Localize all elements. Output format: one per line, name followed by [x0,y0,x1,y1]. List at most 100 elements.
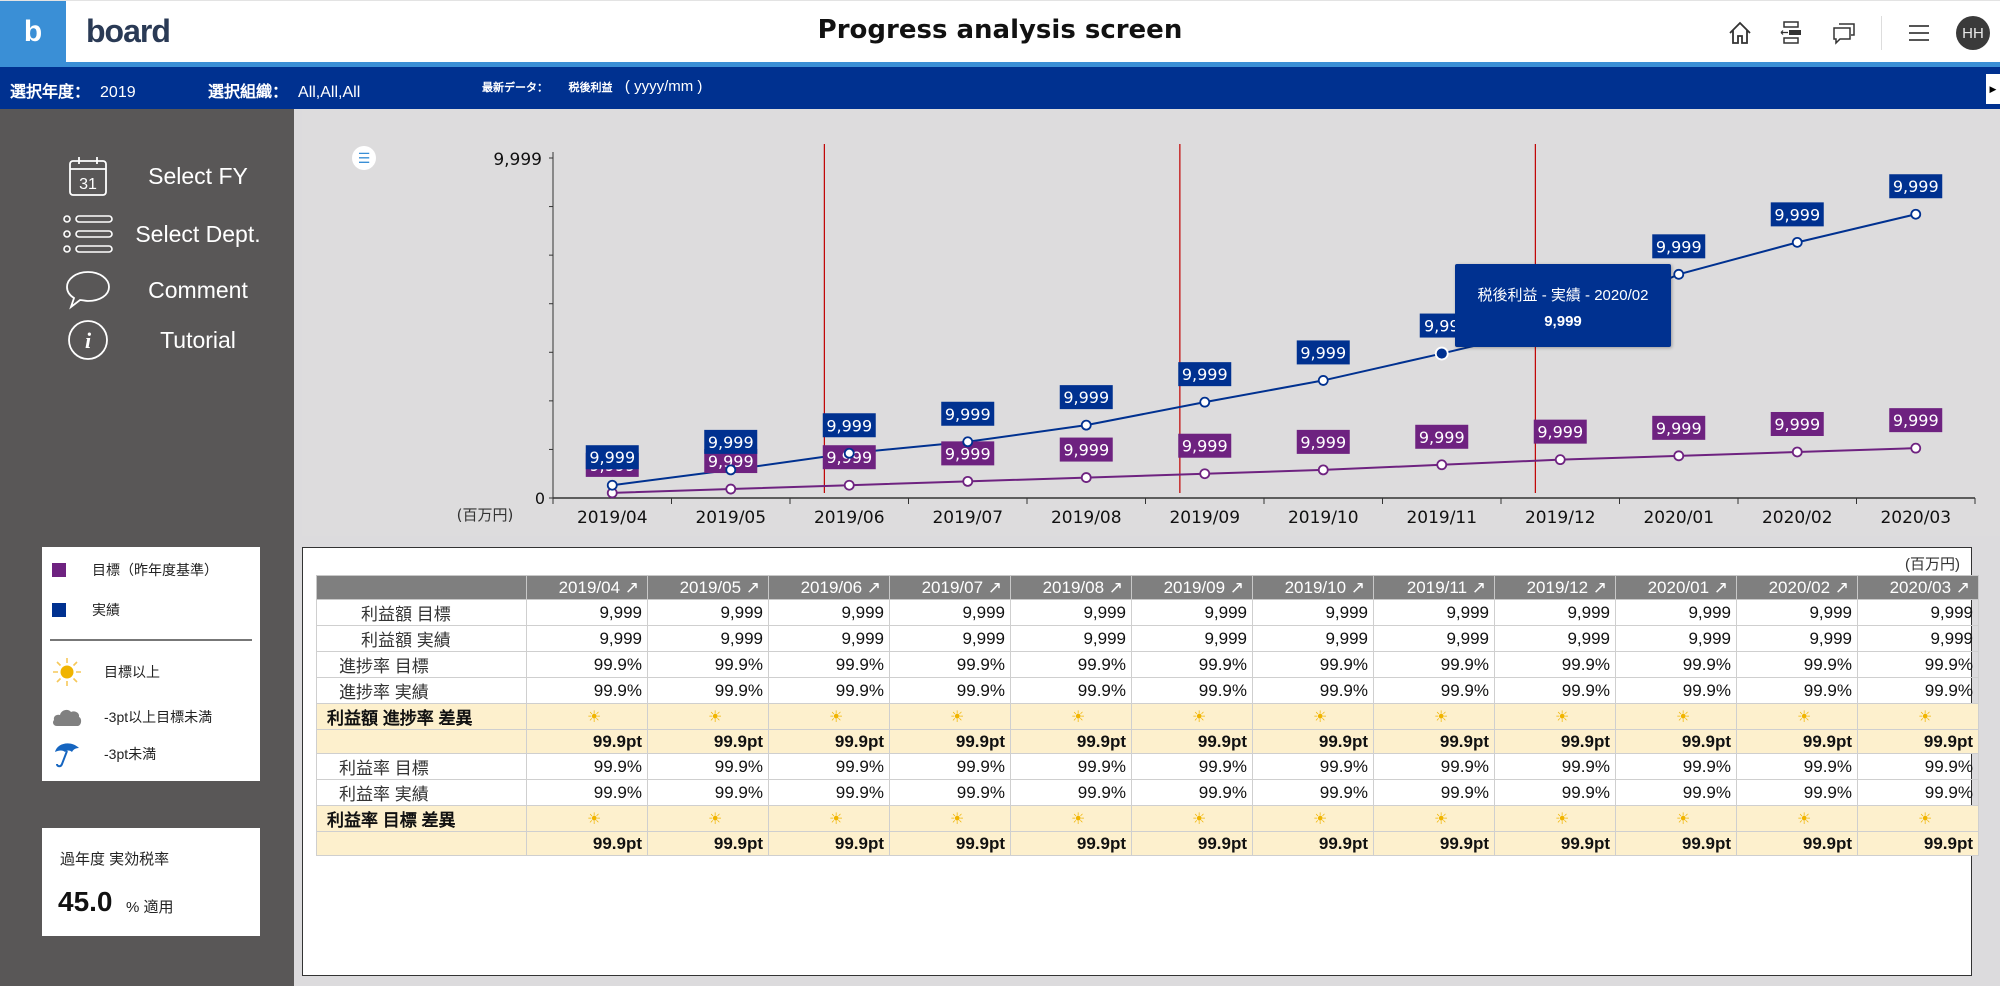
table-cell: 99.9pt [1010,831,1132,856]
status-cell: ☀ [1373,805,1495,832]
table-cell: 99.9pt [1736,831,1858,856]
sun-icon: ☀ [1797,708,1812,726]
data-label: 9,999 [1774,205,1820,224]
table-cell: 99.9% [1857,753,1979,780]
data-point[interactable] [1673,450,1685,462]
x-tick-label: 2020/02 [1762,508,1833,528]
table-cell: 9,999 [768,625,890,652]
table-cell: 99.9% [1494,677,1616,704]
data-label: 9,999 [1774,415,1820,434]
data-point[interactable] [1436,459,1448,471]
data-point[interactable] [843,447,855,459]
table-cell: 99.9% [1494,753,1616,780]
column-header-4[interactable]: 2019/08 ↗ [1010,575,1132,600]
data-label: 9,999 [945,444,991,463]
table-cell: 99.9pt [1615,729,1737,754]
table-cell: 99.9% [1615,651,1737,678]
table-cell: 99.9% [647,677,769,704]
table-row: 利益額 実績 9,999 9,999 9,999 9,999 9,999 9,999 9,99… [316,625,1979,652]
table-header-row: 2019/04 ↗ 2019/05 ↗ 2019/06 ↗ 2019/07 ↗ 2019… [316,575,1979,600]
data-point[interactable] [1910,208,1922,220]
sun-icon: ☀ [1071,708,1086,726]
table-cell: 99.9% [1131,779,1253,806]
data-point[interactable] [1673,268,1685,280]
data-point[interactable] [1910,442,1922,454]
data-point[interactable] [1199,396,1211,408]
data-point[interactable] [843,479,855,491]
table-cell: 99.9% [526,753,648,780]
data-point[interactable] [1317,464,1329,476]
data-point[interactable] [1554,454,1566,466]
x-tick-label: 2019/09 [1169,508,1240,528]
data-label: 9,999 [1300,433,1346,452]
table-cell: 99.9pt [1857,729,1979,754]
x-tick-label: 2019/11 [1406,508,1477,528]
data-point[interactable] [962,436,974,448]
x-axis-ticks: 2019/04 2019/05 2019/06 2019/07 2019/08 2019/… [552,498,1976,528]
table-cell: 99.9% [1494,779,1616,806]
legend-item-actual: 実績 [42,597,260,623]
column-header-5[interactable]: 2019/09 ↗ [1131,575,1253,600]
table-cell: 99.9pt [1857,831,1979,856]
table-cell: 99.9% [1131,651,1253,678]
table-cell: 99.9% [1252,651,1374,678]
data-label: 9,999 [1182,365,1228,384]
legend-label: -3pt以上目標未満 [104,709,213,725]
table-cell: 99.9pt [1131,729,1253,754]
column-header-3[interactable]: 2019/07 ↗ [889,575,1011,600]
status-cell: ☀ [526,703,648,730]
column-header-11[interactable]: 2020/03 ↗ [1857,575,1979,600]
status-cell: ☀ [1252,805,1374,832]
column-header-7[interactable]: 2019/11 ↗ [1373,575,1495,600]
y-axis-ticks [549,157,553,499]
legend-status-below-3pt: -3pt未満 [42,737,260,771]
sun-icon: ☀ [1676,810,1691,828]
table-cell: 99.9pt [1494,831,1616,856]
data-point[interactable] [1080,419,1092,431]
column-header-10[interactable]: 2020/02 ↗ [1736,575,1858,600]
table-cell: 99.9% [1131,753,1253,780]
status-cell: ☀ [768,805,890,832]
data-point[interactable] [1080,472,1092,483]
sun-icon: ☀ [1313,708,1328,726]
table-cell: 9,999 [889,599,1011,626]
column-header-8[interactable]: 2019/12 ↗ [1494,575,1616,600]
progress-line-chart: 9,999 0 (百万円) 2019/04 2019/05 2019/06 2019/… [457,144,1976,528]
tax-rate-label: 過年度 実効税率 [60,851,170,868]
data-point[interactable] [606,479,618,491]
column-header-6[interactable]: 2019/10 ↗ [1252,575,1374,600]
row-header: 利益額 進捗率 差異 [316,703,527,730]
table-cell: 9,999 [1736,625,1858,652]
table-cell: 99.9% [1131,677,1253,704]
data-point[interactable] [1317,375,1329,386]
column-header-0[interactable]: 2019/04 ↗ [526,575,648,600]
data-point[interactable] [962,475,974,487]
column-header-9[interactable]: 2020/01 ↗ [1615,575,1737,600]
data-point[interactable] [1199,468,1211,480]
status-cell: ☀ [1131,703,1253,730]
table-cell: 9,999 [1010,625,1132,652]
data-point[interactable] [725,464,737,476]
table-cell: 99.9pt [647,729,769,754]
table-cell: 9,999 [1857,625,1979,652]
table-cell: 99.9% [1252,677,1374,704]
column-header-1[interactable]: 2019/05 ↗ [647,575,769,600]
column-header-2[interactable]: 2019/06 ↗ [768,575,890,600]
sun-icon: ☀ [708,810,723,828]
data-point[interactable] [1791,236,1803,248]
table-cell: 9,999 [1494,599,1616,626]
table-row: 進捗率 実績 99.9% 99.9% 99.9% 99.9% 99.9% 99.9% 99.9… [316,677,1979,704]
data-point[interactable] [725,483,737,495]
status-cell: ☀ [1736,805,1858,832]
table-cell: 99.9pt [1010,729,1132,754]
legend-label: -3pt未満 [104,746,157,762]
table-row: 進捗率 目標 99.9% 99.9% 99.9% 99.9% 99.9% 99.9% 99.9… [316,651,1979,678]
sun-icon: ☀ [950,708,965,726]
sun-icon: ☀ [1555,810,1570,828]
data-point[interactable] [1434,346,1449,361]
table-cell: 99.9% [526,651,648,678]
chart-options-button[interactable]: ☰ [352,146,376,170]
tax-rate-unit: % 適用 [126,899,174,916]
data-point[interactable] [1791,446,1803,458]
x-tick-label: 2019/08 [1051,508,1122,528]
